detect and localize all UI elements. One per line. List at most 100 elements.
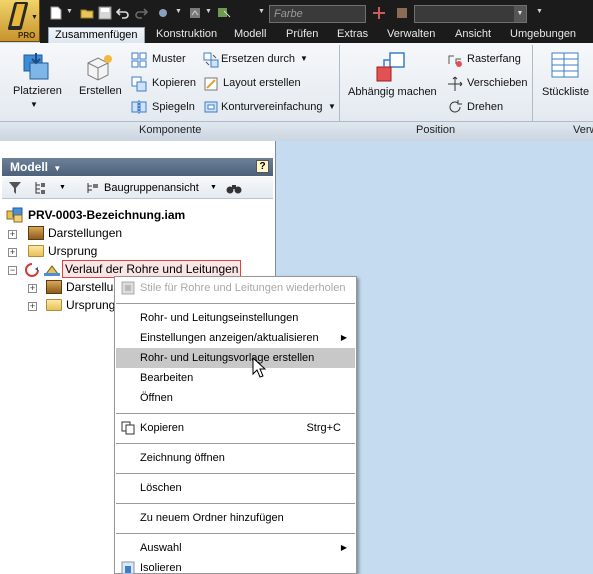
representations-icon: [46, 280, 62, 294]
tab-umgebungen[interactable]: Umgebungen: [504, 27, 582, 43]
expand-icon[interactable]: +: [8, 248, 17, 257]
chevron-down-icon: ▼: [300, 54, 308, 63]
redo-icon[interactable]: [134, 6, 148, 20]
browser-title: Modell: [10, 160, 48, 174]
menu-item-label: Auswahl: [140, 542, 182, 554]
expand-icon[interactable]: +: [28, 302, 37, 311]
menu-item-zeichnung-oeffnen[interactable]: Zeichnung öffnen: [116, 448, 355, 468]
color-combo[interactable]: Farbe: [269, 5, 366, 23]
tab-extras[interactable]: Extras: [331, 27, 374, 43]
menu-separator: [116, 503, 355, 504]
context-menu: Stile für Rohre und Leitungen wiederhole…: [114, 276, 357, 574]
menu-item-einstellungen[interactable]: Rohr- und Leitungseinstellungen: [116, 308, 355, 328]
menu-separator: [116, 443, 355, 444]
color-combo-value: Farbe: [274, 8, 303, 20]
collapse-icon[interactable]: −: [8, 266, 17, 275]
browser-toolbar: ▼ Baugruppenansicht ▼: [2, 177, 273, 199]
menu-item-auswahl[interactable]: Auswahl ▶: [116, 538, 355, 558]
shrinkwrap-icon: [204, 101, 218, 113]
tab-konstruktion[interactable]: Konstruktion: [150, 27, 223, 43]
save-icon[interactable]: [98, 6, 112, 20]
menu-item-isolieren[interactable]: Isolieren: [116, 558, 355, 574]
menu-separator: [116, 303, 355, 304]
tab-modell[interactable]: Modell: [228, 27, 272, 43]
chevron-down-icon[interactable]: ▼: [175, 8, 182, 15]
menu-separator: [116, 533, 355, 534]
material-icon[interactable]: [395, 6, 409, 20]
assembly-view-label[interactable]: Baugruppenansicht: [104, 182, 199, 194]
grip-snap-icon: [448, 55, 462, 67]
add-color-icon[interactable]: [372, 6, 386, 20]
menu-item-bearbeiten[interactable]: Bearbeiten: [116, 368, 355, 388]
menu-item-label: Löschen: [140, 482, 182, 494]
expand-icon[interactable]: +: [8, 230, 17, 239]
tab-ansicht[interactable]: Ansicht: [449, 27, 497, 43]
layout-label: Layout erstellen: [223, 77, 301, 89]
repeat-styles-icon: [121, 281, 135, 295]
replace-icon: [203, 52, 219, 68]
ersetzen-label: Ersetzen durch: [221, 53, 295, 65]
chevron-down-icon[interactable]: ▼: [210, 184, 217, 191]
pattern-icon: [131, 52, 147, 68]
menu-item-loeschen[interactable]: Löschen: [116, 478, 355, 498]
menu-item-label: Zu neuem Ordner hinzufügen: [140, 512, 284, 524]
customize-qat-icon[interactable]: ▼: [536, 8, 543, 15]
browser-header[interactable]: Modell ▼ ?: [2, 158, 273, 176]
menu-separator: [116, 413, 355, 414]
chevron-down-icon[interactable]: ▼: [205, 8, 212, 15]
menu-item-kopieren[interactable]: Kopieren Strg+C: [116, 418, 355, 438]
find-binoculars-icon[interactable]: [226, 181, 242, 195]
select-icon[interactable]: [217, 6, 231, 20]
update-icon[interactable]: [188, 6, 202, 20]
drehen-label: Drehen: [467, 101, 504, 113]
chevron-down-icon: ▼: [328, 102, 336, 111]
submenu-arrow-icon: ▶: [340, 333, 347, 342]
menu-item-label: Öffnen: [140, 392, 173, 404]
ribbon: Platzieren ▼ Erstellen Muster Kopieren S…: [0, 43, 593, 141]
menu-item-label: Isolieren: [140, 562, 182, 574]
tab-verwalten[interactable]: Verwalten: [381, 27, 441, 43]
open-folder-icon[interactable]: [80, 6, 94, 20]
muster-label: Muster: [152, 53, 186, 65]
menu-item-ordner[interactable]: Zu neuem Ordner hinzufügen: [116, 508, 355, 528]
tree-item-label: Ursprung: [48, 244, 98, 258]
undo-icon[interactable]: [116, 6, 130, 20]
chevron-down-icon[interactable]: ▼: [53, 164, 61, 173]
material-combo[interactable]: ▼: [414, 5, 527, 23]
menu-item-label: Stile für Rohre und Leitungen wiederhole…: [140, 282, 346, 294]
mirror-icon: [131, 100, 147, 114]
expand-icon[interactable]: +: [28, 284, 37, 293]
folder-icon: [28, 245, 44, 257]
tab-pruefen[interactable]: Prüfen: [280, 27, 324, 43]
application-menu-button[interactable]: PRO ▼: [0, 0, 40, 42]
menu-item-oeffnen[interactable]: Öffnen: [116, 388, 355, 408]
menu-item-anzeigen[interactable]: Einstellungen anzeigen/aktualisieren ▶: [116, 328, 355, 348]
kontur-label: Konturvereinfachung: [221, 101, 323, 113]
tree-root-label: PRV-0003-Bezeichnung.iam: [28, 208, 186, 222]
return-icon[interactable]: [156, 6, 170, 20]
new-document-icon[interactable]: [49, 6, 63, 20]
tree-item-label: Ursprung: [66, 298, 116, 312]
tab-zusammenfuegen[interactable]: Zusammenfügen: [48, 27, 145, 43]
rasterfang-label: Rasterfang: [467, 53, 521, 65]
menu-item-shortcut: Strg+C: [306, 422, 341, 434]
folder-icon: [46, 299, 62, 311]
filter-icon[interactable]: [8, 181, 22, 195]
menu-item-vorlage[interactable]: Rohr- und Leitungsvorlage erstellen: [116, 348, 355, 368]
chevron-down-icon[interactable]: ▼: [258, 8, 265, 15]
create-component-icon: [87, 55, 112, 81]
layout-icon: [204, 77, 218, 91]
assembly-icon: [6, 207, 23, 223]
help-icon[interactable]: ?: [256, 160, 269, 173]
chevron-down-icon[interactable]: ▼: [66, 8, 73, 15]
assembly-view-icon: [87, 183, 98, 193]
chevron-down-icon[interactable]: ▼: [514, 6, 526, 22]
chevron-down-icon[interactable]: ▼: [59, 184, 66, 191]
verschieben-label: Verschieben: [467, 77, 528, 89]
tube-and-pipe-run-icon: [25, 263, 60, 277]
menu-item-label: Kopieren: [140, 422, 185, 434]
isolate-icon: [121, 561, 135, 574]
hierarchy-icon[interactable]: [34, 181, 50, 195]
rotate-icon: [449, 100, 462, 113]
copy-icon: [121, 421, 135, 435]
